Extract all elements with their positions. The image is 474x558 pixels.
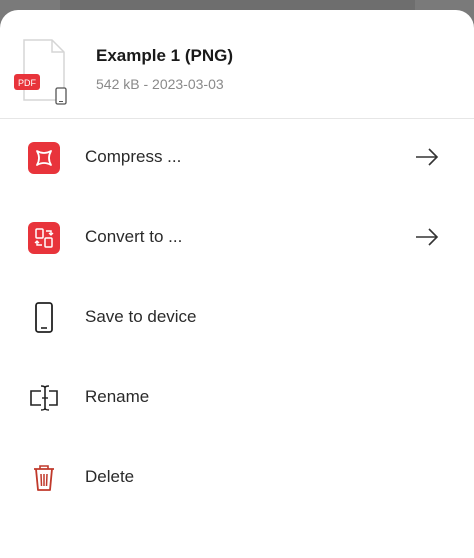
menu-item-rename[interactable]: Rename xyxy=(0,358,474,438)
menu-item-label: Rename xyxy=(85,387,150,406)
file-meta: 542 kB - 2023-03-03 xyxy=(96,76,224,92)
menu-item-save-to-device[interactable]: Save to device xyxy=(0,278,474,358)
bottom-sheet: PDF Example 1 (PNG) 542 kB - 2023-03-03 … xyxy=(0,10,474,558)
menu-item-label: Save to device xyxy=(85,307,197,326)
arrow-right-icon xyxy=(414,224,440,250)
phone-icon xyxy=(28,302,60,334)
file-header: PDF Example 1 (PNG) 542 kB - 2023-03-03 xyxy=(0,10,474,119)
trash-icon xyxy=(28,462,60,494)
compress-icon xyxy=(28,142,60,174)
menu-item-label: Compress ... xyxy=(85,147,182,166)
file-thumbnail: PDF xyxy=(14,38,70,110)
arrow-right-icon xyxy=(414,144,440,170)
rename-icon xyxy=(28,382,60,414)
convert-icon xyxy=(28,222,60,254)
menu-item-label: Delete xyxy=(85,467,135,486)
menu-item-delete[interactable]: Delete xyxy=(0,438,474,518)
menu-item-label: Convert to ... xyxy=(85,227,183,246)
pdf-badge: PDF xyxy=(18,78,37,88)
file-name: Example 1 (PNG) xyxy=(96,46,233,65)
menu-item-convert[interactable]: Convert to ... xyxy=(0,198,474,278)
menu-item-compress[interactable]: Compress ... xyxy=(0,118,474,198)
